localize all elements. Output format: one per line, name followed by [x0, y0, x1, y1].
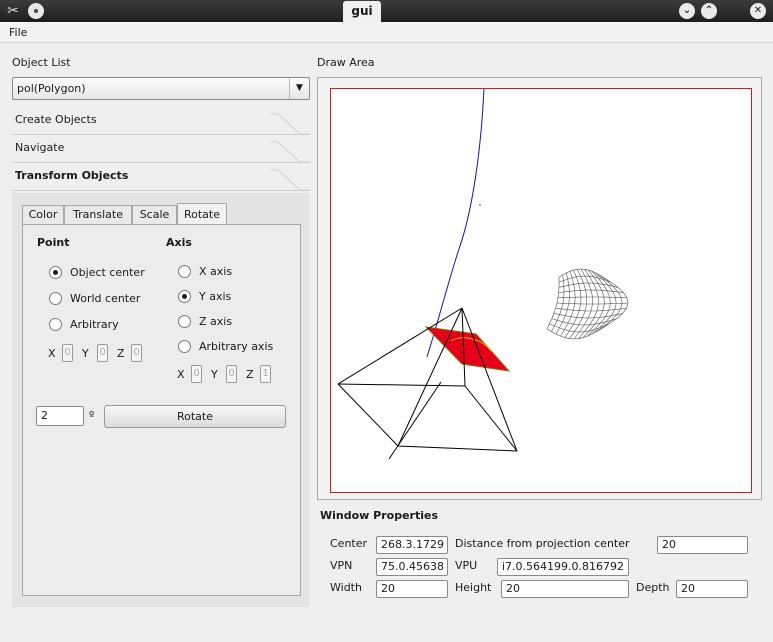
draw-canvas[interactable]: [330, 88, 752, 493]
polygon-object: [424, 326, 511, 372]
center-label: Center: [330, 537, 368, 550]
toolbox-create-objects[interactable]: Create Objects: [12, 107, 310, 135]
radio-object-center[interactable]: [49, 266, 62, 279]
axis-x-input[interactable]: 0: [191, 365, 202, 383]
draw-area-label: Draw Area: [317, 56, 375, 69]
chevron-down-icon[interactable]: ▼: [289, 78, 309, 99]
tab-slant-shape: [270, 141, 310, 163]
height-label: Height: [455, 581, 492, 594]
height-input[interactable]: 20: [501, 580, 629, 598]
world-center-label: World center: [70, 292, 141, 305]
width-label: Width: [330, 581, 362, 594]
minimize-icon[interactable]: ⌄: [679, 3, 695, 19]
angle-input[interactable]: 2: [36, 406, 84, 426]
close-icon[interactable]: ✕: [750, 3, 766, 19]
point-y-label: Y: [82, 347, 89, 360]
object-center-label: Object center: [70, 266, 145, 279]
axis-x-label: X: [177, 368, 185, 381]
tab-rotate[interactable]: Rotate: [177, 203, 227, 225]
surface-mesh-object: [546, 268, 629, 340]
window-properties-header: Window Properties: [320, 509, 438, 522]
point-x-input[interactable]: 0: [62, 344, 73, 362]
axis-z-input[interactable]: 1: [260, 365, 271, 383]
vpn-input[interactable]: 75.0.45638: [376, 558, 448, 576]
axis-header: Axis: [166, 236, 192, 249]
axis-y-label: Y: [211, 368, 218, 381]
curve-object: [426, 88, 485, 358]
arbitrary-label: Arbitrary: [70, 318, 119, 331]
maximize-icon[interactable]: ⌃: [701, 3, 717, 19]
axis-y-input[interactable]: 0: [226, 365, 237, 383]
arbitrary-axis-label: Arbitrary axis: [199, 340, 274, 353]
tab-slant-shape: [270, 169, 310, 191]
vpu-label: VPU: [455, 559, 478, 572]
point-y-input[interactable]: 0: [97, 344, 108, 362]
tab-translate[interactable]: Translate: [64, 205, 132, 225]
degree-label: º: [89, 409, 95, 422]
point-z-label: Z: [117, 347, 125, 360]
object-list-label: Object List: [12, 56, 71, 69]
pyramid-object: [337, 307, 518, 460]
mesh-line: [546, 328, 602, 340]
menu-file[interactable]: File: [9, 26, 27, 39]
radio-z-axis[interactable]: [178, 315, 191, 328]
axis-z-label: Z: [246, 368, 254, 381]
distance-label: Distance from projection center: [455, 537, 630, 550]
title-bar: ✂ gui ⌄ ⌃ ✕: [0, 0, 773, 22]
point-z-input[interactable]: 0: [131, 344, 142, 362]
center-input[interactable]: 268.3.1729: [376, 536, 448, 554]
depth-input[interactable]: 20: [676, 580, 748, 598]
tab-slant-shape: [270, 113, 310, 135]
radio-world-center[interactable]: [49, 292, 62, 305]
radio-y-axis[interactable]: [178, 290, 191, 303]
y-axis-label: Y axis: [199, 290, 232, 303]
z-axis-label: Z axis: [199, 315, 233, 328]
toolbox-navigate[interactable]: Navigate: [12, 135, 310, 163]
object-list-value: pol(Polygon): [17, 82, 86, 95]
app-icon: ✂: [7, 3, 19, 19]
tab-scale[interactable]: Scale: [132, 205, 177, 225]
point-header: Point: [37, 236, 70, 249]
radio-x-axis[interactable]: [178, 265, 191, 278]
point-x-label: X: [48, 347, 56, 360]
mesh-line: [546, 277, 560, 330]
vpu-input[interactable]: i7.0.564199.0.816792: [497, 558, 629, 576]
tab-color[interactable]: Color: [22, 205, 64, 225]
point-object: [479, 204, 481, 206]
toolbox-create-label: Create Objects: [15, 113, 97, 126]
toolbox-transform-objects[interactable]: Transform Objects: [12, 163, 310, 191]
x-axis-label: X axis: [199, 265, 233, 278]
scene-svg: [337, 88, 629, 460]
window-title: gui: [343, 1, 381, 22]
radio-arbitrary[interactable]: [49, 318, 62, 331]
window-menu-button[interactable]: [28, 3, 44, 19]
menu-bar: File: [0, 22, 773, 43]
width-input[interactable]: 20: [376, 580, 448, 598]
depth-label: Depth: [636, 581, 670, 594]
toolbox-transform-label: Transform Objects: [15, 169, 129, 182]
vpn-label: VPN: [330, 559, 353, 572]
toolbox-navigate-label: Navigate: [15, 141, 65, 154]
object-list-select[interactable]: pol(Polygon) ▼: [12, 77, 310, 100]
radio-arbitrary-axis[interactable]: [178, 340, 191, 353]
rotate-button[interactable]: Rotate: [104, 405, 286, 428]
distance-input[interactable]: 20: [657, 536, 748, 554]
